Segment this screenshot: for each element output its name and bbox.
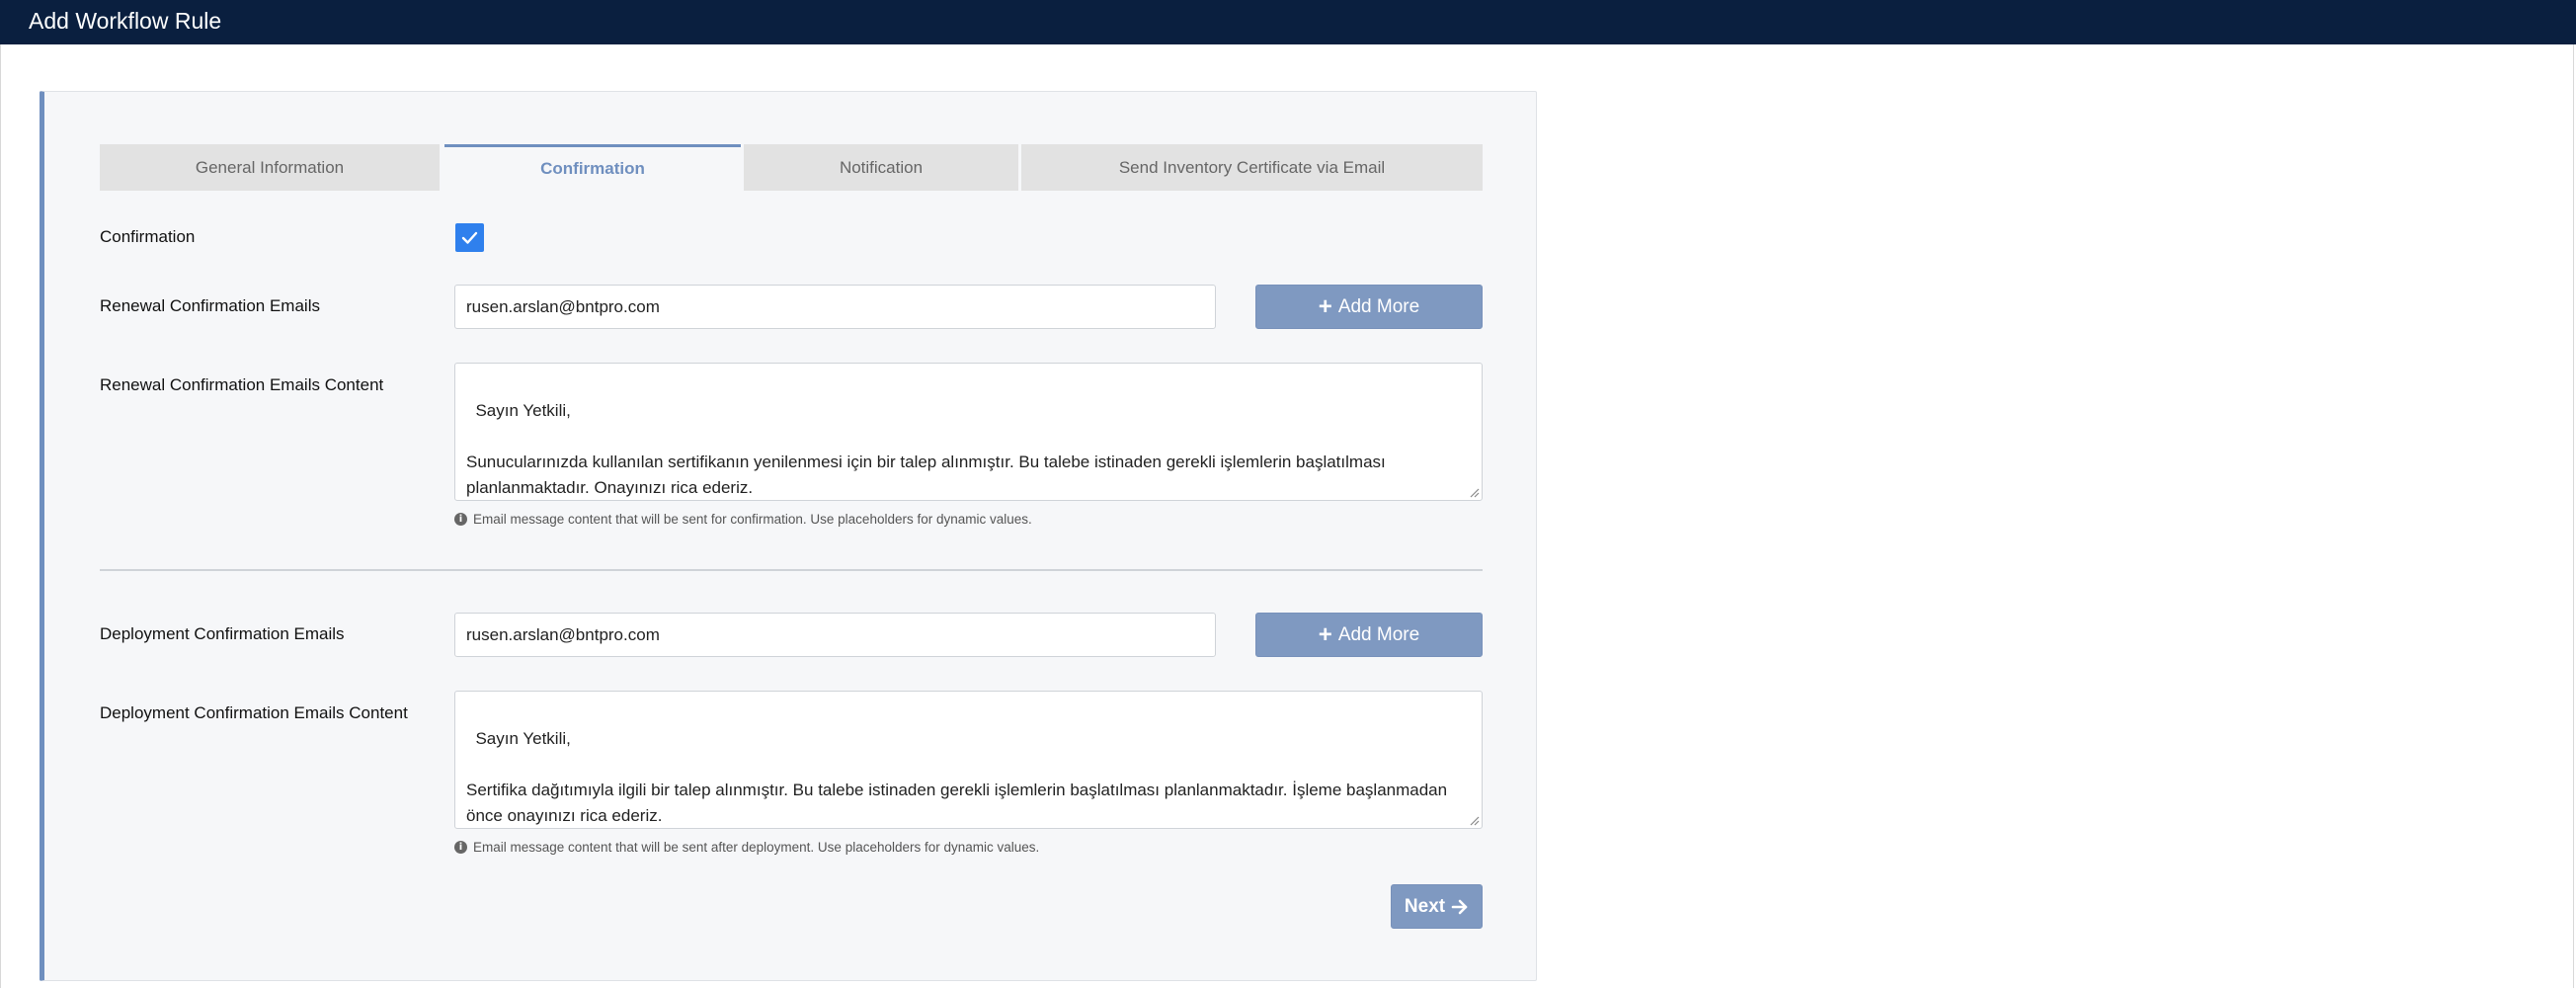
resize-handle-icon[interactable] <box>1468 486 1480 498</box>
confirmation-label: Confirmation <box>100 227 196 246</box>
renewal-content-text: Sayın Yetkili, Sunucularınızda kullanıla… <box>466 401 1386 497</box>
tab-confirmation[interactable]: Confirmation <box>444 144 741 193</box>
page-title-bar: Add Workflow Rule <box>0 0 2576 44</box>
add-more-label: Add More <box>1337 623 1420 645</box>
page-title: Add Workflow Rule <box>29 8 222 34</box>
deployment-add-more-button[interactable]: + Add More <box>1255 613 1483 657</box>
deployment-emails-label: Deployment Confirmation Emails <box>100 624 345 643</box>
tab-label: Notification <box>839 158 924 177</box>
next-button[interactable]: Next <box>1391 884 1483 929</box>
check-icon <box>461 231 478 244</box>
tab-label: Confirmation <box>540 159 645 178</box>
renewal-add-more-button[interactable]: + Add More <box>1255 285 1483 329</box>
tab-label: Send Inventory Certificate via Email <box>1118 158 1386 177</box>
renewal-emails-label: Renewal Confirmation Emails <box>100 296 320 315</box>
tab-label: General Information <box>195 158 345 177</box>
deployment-content-text: Sayın Yetkili, Sertifika dağıtımıyla ilg… <box>466 729 1448 825</box>
renewal-email-input[interactable] <box>454 285 1216 329</box>
info-icon: i <box>454 513 467 526</box>
next-label: Next <box>1404 895 1446 917</box>
help-text: Email message content that will be sent … <box>473 840 1040 855</box>
arrow-right-icon <box>1451 899 1468 914</box>
renewal-content-textarea[interactable]: Sayın Yetkili, Sunucularınızda kullanıla… <box>454 363 1483 501</box>
plus-icon: + <box>1318 292 1332 320</box>
help-text: Email message content that will be sent … <box>473 512 1032 527</box>
deployment-help-text: i Email message content that will be sen… <box>454 840 1039 855</box>
section-divider <box>100 569 1483 571</box>
tab-general-information[interactable]: General Information <box>100 144 440 191</box>
confirmation-checkbox[interactable] <box>455 223 484 252</box>
deployment-content-textarea[interactable]: Sayın Yetkili, Sertifika dağıtımıyla ilg… <box>454 691 1483 829</box>
info-icon: i <box>454 841 467 854</box>
renewal-content-label: Renewal Confirmation Emails Content <box>100 375 384 394</box>
tab-notification[interactable]: Notification <box>744 144 1018 191</box>
resize-handle-icon[interactable] <box>1468 814 1480 826</box>
add-more-label: Add More <box>1337 295 1420 317</box>
deployment-email-input[interactable] <box>454 613 1216 657</box>
tab-send-inventory-certificate[interactable]: Send Inventory Certificate via Email <box>1021 144 1483 191</box>
deployment-content-label: Deployment Confirmation Emails Content <box>100 703 408 722</box>
renewal-help-text: i Email message content that will be sen… <box>454 512 1032 527</box>
plus-icon: + <box>1318 620 1332 648</box>
